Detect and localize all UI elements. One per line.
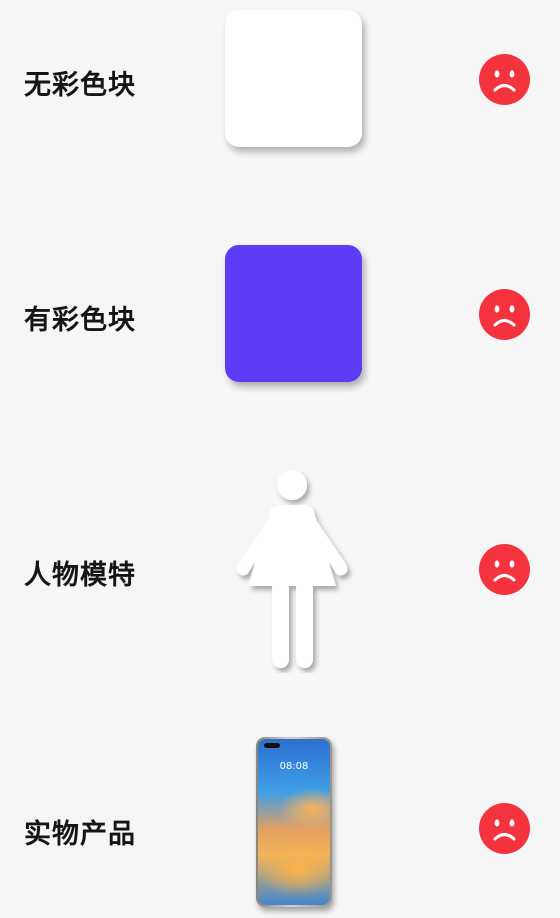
purple-square — [225, 245, 362, 382]
female-figure-icon — [228, 468, 358, 673]
sad-face-icon — [479, 803, 530, 854]
row-label: 无彩色块 — [24, 70, 136, 101]
smartphone: 08:08 — [256, 737, 332, 907]
white-square — [225, 10, 362, 147]
row-label: 有彩色块 — [24, 305, 136, 336]
sad-face-icon — [479, 544, 530, 595]
phone-screen: 08:08 — [258, 739, 330, 905]
row-label: 实物产品 — [24, 819, 136, 850]
sad-face-icon — [479, 54, 530, 105]
row-label: 人物模特 — [24, 560, 136, 591]
camera-icon — [264, 743, 280, 748]
sad-face-icon — [479, 289, 530, 340]
phone-clock: 08:08 — [279, 761, 309, 772]
